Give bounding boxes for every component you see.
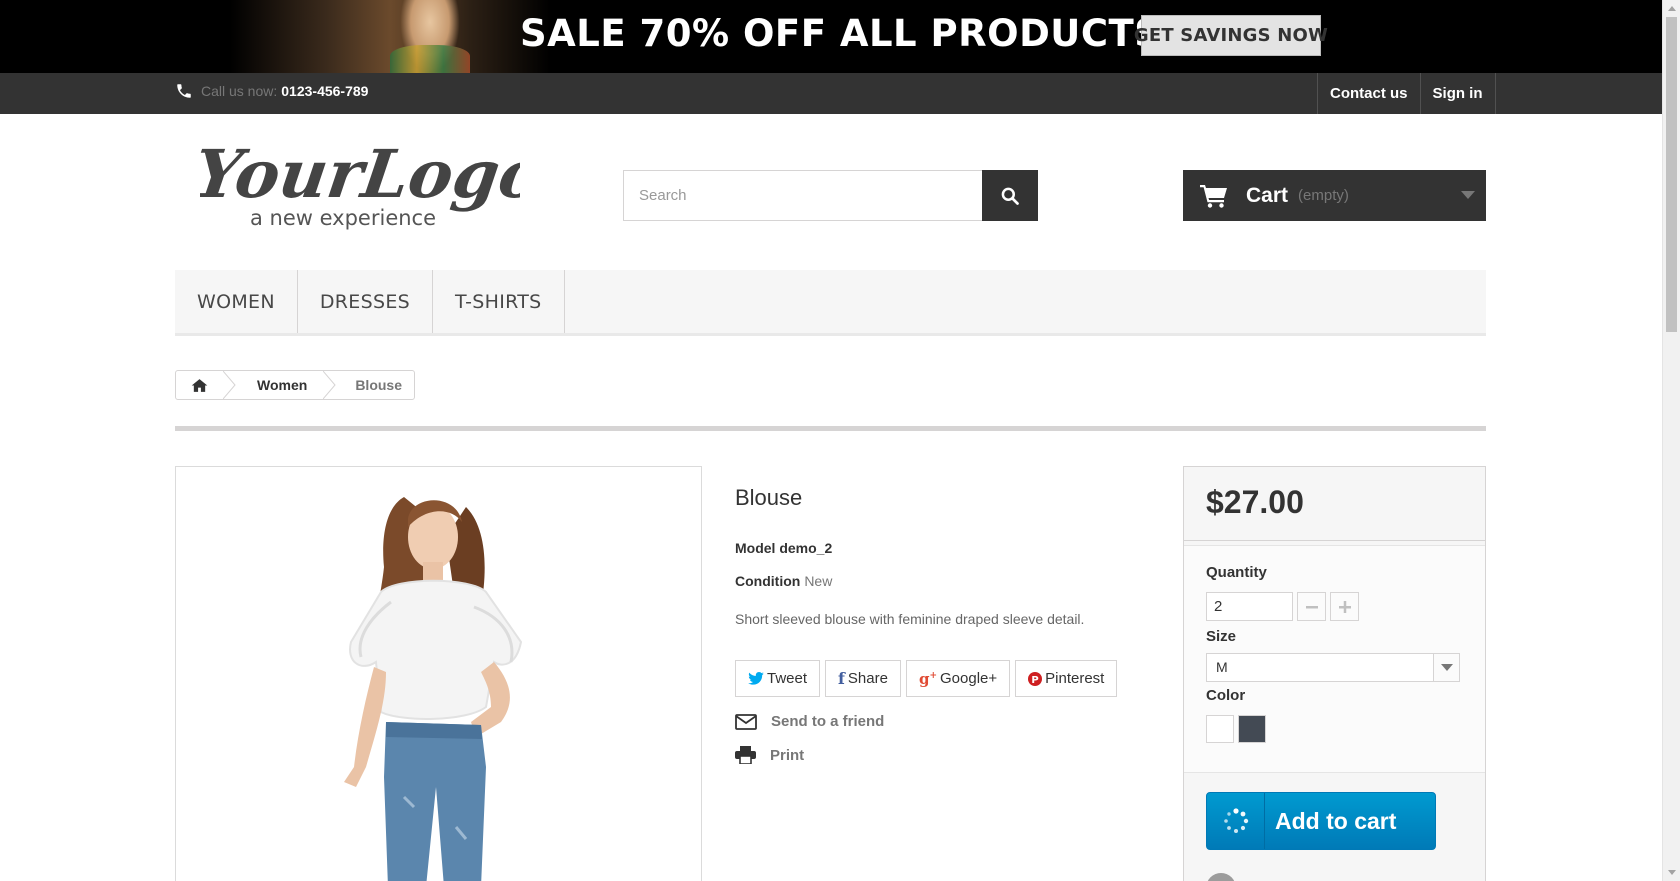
cart-icon [1200,184,1227,208]
breadcrumb-home[interactable] [176,371,223,399]
printer-icon [735,746,756,764]
send-to-friend-label: Send to a friend [771,713,885,730]
size-select[interactable]: M [1206,653,1460,682]
google-plus-button[interactable]: g+ Google+ [905,660,1011,697]
print-link[interactable]: Print [735,746,804,764]
social-share-buttons: Tweet f Share g+ Google+ P Pinterest [735,660,1118,697]
search-bar [623,170,1038,221]
product-image[interactable] [175,466,702,881]
scroll-down-icon[interactable] [1663,864,1680,881]
phone-info: Call us now: 0123-456-789 [175,82,368,100]
quantity-label: Quantity [1206,564,1267,581]
twitter-icon [748,672,764,685]
condition-value: New [804,573,833,589]
add-to-cart-label: Add to cart [1275,807,1397,834]
share-button[interactable]: f Share [825,660,901,697]
minus-icon [1305,605,1318,608]
scroll-up-icon[interactable] [1663,0,1680,17]
tweet-button[interactable]: Tweet [735,660,821,697]
chevron-down-icon [1440,663,1453,671]
breadcrumb-women[interactable]: Women [237,371,323,399]
price-area: $27.00 [1184,467,1485,541]
breadcrumb: Women Blouse [175,370,415,400]
home-icon [191,378,208,392]
phone-icon [177,84,191,98]
send-to-friend-link[interactable]: Send to a friend [735,713,884,730]
pinterest-button[interactable]: P Pinterest [1015,660,1118,697]
color-swatch-white[interactable] [1206,715,1234,743]
phone-label: Call us now: [201,83,278,99]
condition-label: Condition [735,573,801,589]
product-model: Model demo_2 [735,540,833,556]
product-price: $27.00 [1206,484,1304,520]
product-title: Blouse [735,485,803,510]
wishlist-icon[interactable] [1206,873,1236,881]
product-condition: Condition New [735,573,832,589]
scroll-thumb[interactable] [1666,17,1677,332]
svg-text:P: P [1031,675,1038,686]
breadcrumb-current: Blouse [355,377,402,393]
logo-main-text: YourLogo [200,135,520,213]
logo-graphic: YourLogo a new experience [189,135,549,230]
envelope-icon [735,713,757,730]
site-logo[interactable]: YourLogo a new experience [189,135,549,235]
cart-label: Cart [1246,183,1289,207]
print-label: Print [770,746,805,764]
size-label: Size [1206,628,1237,645]
contact-us-link[interactable]: Contact us [1317,73,1420,114]
cart-button[interactable]: Cart (empty) [1183,170,1486,221]
main-menu: WOMEN DRESSES T-SHIRTS [175,270,1486,336]
quantity-increase-button[interactable] [1330,592,1359,621]
product-photo [344,497,523,881]
promo-headline: SALE 70% OFF ALL PRODUCTS [520,12,1162,55]
menu-item-women[interactable]: WOMEN [175,270,298,333]
color-label: Color [1206,687,1246,704]
account-links: Contact us Sign in [1317,73,1496,114]
share-label: Share [847,670,888,687]
size-dropdown-arrow[interactable] [1433,654,1459,681]
product-description: Short sleeved blouse with feminine drape… [735,611,1085,627]
size-selected-value: M [1216,659,1228,675]
top-nav-bar: Call us now: 0123-456-789 Contact us Sig… [0,73,1662,114]
facebook-icon: f [838,669,845,688]
promo-banner[interactable]: SALE 70% OFF ALL PRODUCTS GET SAVINGS NO… [0,0,1662,73]
breadcrumb-separator [323,371,336,399]
search-icon [1001,187,1019,205]
color-swatch-dark[interactable] [1238,715,1266,743]
pinterest-label: Pinterest [1045,670,1105,687]
search-input[interactable] [623,170,982,221]
buy-box: $27.00 Quantity Size M Color [1183,466,1486,881]
get-savings-button[interactable]: GET SAVINGS NOW [1134,15,1328,56]
breadcrumb-separator [223,371,236,399]
quantity-decrease-button[interactable] [1297,592,1326,621]
promo-model-image [230,0,550,73]
google-plus-label: Google+ [940,670,998,687]
logo-tagline: a new experience [250,206,436,230]
loading-spinner-icon [1207,793,1265,849]
menu-item-dresses[interactable]: DRESSES [298,270,433,333]
section-divider [175,426,1486,431]
tweet-label: Tweet [767,670,808,687]
page-scrollbar[interactable] [1662,0,1680,881]
search-button[interactable] [982,170,1038,221]
pinterest-icon: P [1028,671,1043,686]
phone-number: 0123-456-789 [281,83,369,99]
chevron-down-icon [1461,191,1475,199]
menu-item-tshirts[interactable]: T-SHIRTS [433,270,565,333]
cart-status: (empty) [1298,187,1349,204]
add-to-cart-button[interactable]: Add to cart [1206,792,1436,850]
sign-in-link[interactable]: Sign in [1419,73,1496,114]
quantity-input[interactable] [1206,592,1293,621]
plus-icon [1338,600,1351,613]
google-plus-icon: g+ [918,669,937,688]
